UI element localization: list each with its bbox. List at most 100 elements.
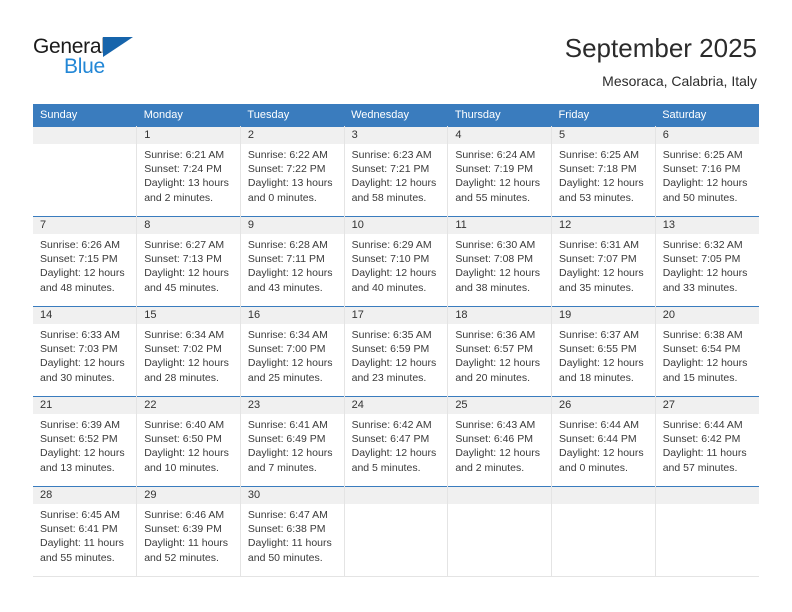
day-number: 18	[448, 307, 552, 324]
logo-text-top-wrap: General	[33, 36, 193, 58]
day-number: 25	[448, 397, 552, 414]
calendar-week-row: 14 Sunrise: 6:33 AM Sunset: 7:03 PM Dayligh…	[33, 306, 759, 397]
sunset-text: Sunset: 7:22 PM	[247, 163, 326, 176]
daylight-text-line2: and 55 minutes.	[40, 551, 115, 564]
calendar-day-cell[interactable]: 7 Sunrise: 6:26 AM Sunset: 7:15 PM Daylight…	[33, 216, 138, 307]
day-details: Sunrise: 6:40 AM Sunset: 6:50 PM Daylight:…	[137, 414, 240, 475]
sunset-text: Sunset: 6:42 PM	[662, 433, 741, 446]
day-number: 16	[240, 307, 344, 324]
sunset-text: Sunset: 7:05 PM	[662, 253, 741, 266]
calendar-day-cell[interactable]: 27 Sunrise: 6:44 AM Sunset: 6:42 PM Dayligh…	[654, 396, 759, 487]
calendar-day-cell[interactable]: 16 Sunrise: 6:34 AM Sunset: 7:00 PM Dayligh…	[239, 306, 345, 397]
sunrise-text: Sunrise: 6:25 AM	[559, 149, 639, 161]
daylight-text-line1: Daylight: 12 hours	[351, 267, 437, 280]
daylight-text-line2: and 28 minutes.	[144, 371, 219, 384]
daylight-text-line1: Daylight: 11 hours	[247, 537, 332, 550]
weekday-header-saturday: Saturday	[655, 104, 759, 127]
weekday-header-tuesday: Tuesday	[240, 104, 345, 127]
calendar-day-cell[interactable]: 2 Sunrise: 6:22 AM Sunset: 7:22 PM Daylight…	[239, 126, 345, 217]
generalblue-logo: General Blue	[33, 36, 193, 77]
daylight-text-line2: and 13 minutes.	[40, 461, 115, 474]
day-number: 15	[137, 307, 240, 324]
sunset-text: Sunset: 6:38 PM	[247, 523, 326, 536]
calendar-day-cell[interactable]: 3 Sunrise: 6:23 AM Sunset: 7:21 PM Daylight…	[343, 126, 449, 217]
daylight-text-line2: and 48 minutes.	[40, 281, 115, 294]
sunrise-text: Sunrise: 6:44 AM	[559, 419, 639, 431]
sunset-text: Sunset: 6:39 PM	[144, 523, 222, 536]
sunrise-text: Sunrise: 6:44 AM	[662, 419, 743, 431]
calendar-day-cell[interactable]: 1 Sunrise: 6:21 AM Sunset: 7:24 PM Daylight…	[136, 126, 241, 217]
daylight-text-line1: Daylight: 12 hours	[40, 447, 125, 460]
calendar-day-cell[interactable]: 18 Sunrise: 6:36 AM Sunset: 6:57 PM Dayligh…	[447, 306, 553, 397]
daylight-text-line2: and 35 minutes.	[559, 281, 634, 294]
calendar-day-cell[interactable]: 9 Sunrise: 6:28 AM Sunset: 7:11 PM Daylight…	[239, 216, 345, 307]
calendar-day-cell-empty	[33, 126, 138, 217]
daylight-text-line2: and 10 minutes.	[144, 461, 219, 474]
day-number: 10	[344, 217, 448, 234]
day-number: 21	[33, 397, 137, 414]
day-details: Sunrise: 6:47 AM Sunset: 6:38 PM Daylight:…	[241, 504, 344, 565]
sunrise-text: Sunrise: 6:47 AM	[247, 509, 328, 521]
page-header: General Blue September 2025 Mesoraca, Ca…	[0, 0, 792, 100]
sunrise-text: Sunrise: 6:40 AM	[144, 419, 225, 431]
calendar-day-cell[interactable]: 13 Sunrise: 6:32 AM Sunset: 7:05 PM Dayligh…	[654, 216, 759, 307]
sunrise-text: Sunrise: 6:41 AM	[247, 419, 328, 431]
daylight-text-line2: and 50 minutes.	[662, 191, 738, 204]
sunset-text: Sunset: 6:57 PM	[455, 343, 533, 356]
sunset-text: Sunset: 7:11 PM	[247, 253, 325, 266]
calendar-day-cell[interactable]: 15 Sunrise: 6:34 AM Sunset: 7:02 PM Dayligh…	[136, 306, 241, 397]
daylight-text-line1: Daylight: 12 hours	[351, 447, 437, 460]
daylight-text-line2: and 7 minutes.	[247, 461, 317, 474]
calendar-day-cell[interactable]: 22 Sunrise: 6:40 AM Sunset: 6:50 PM Dayligh…	[136, 396, 241, 487]
calendar-week-row: 21 Sunrise: 6:39 AM Sunset: 6:52 PM Dayligh…	[33, 396, 759, 487]
calendar-day-cell[interactable]: 12 Sunrise: 6:31 AM Sunset: 7:07 PM Dayligh…	[551, 216, 656, 307]
daylight-text-line2: and 53 minutes.	[559, 191, 634, 204]
day-number	[655, 487, 759, 504]
weekday-header-sunday: Sunday	[33, 104, 137, 127]
calendar-day-cell[interactable]: 24 Sunrise: 6:42 AM Sunset: 6:47 PM Dayligh…	[343, 396, 449, 487]
weekday-header-friday: Friday	[551, 104, 656, 127]
daylight-text-line1: Daylight: 12 hours	[559, 357, 644, 370]
calendar-day-cell[interactable]: 30 Sunrise: 6:47 AM Sunset: 6:38 PM Dayligh…	[239, 486, 345, 577]
calendar-day-cell[interactable]: 5 Sunrise: 6:25 AM Sunset: 7:18 PM Daylight…	[551, 126, 656, 217]
calendar-day-cell[interactable]: 28 Sunrise: 6:45 AM Sunset: 6:41 PM Dayligh…	[33, 486, 138, 577]
sunset-text: Sunset: 7:19 PM	[455, 163, 533, 176]
calendar-week-row: 1 Sunrise: 6:21 AM Sunset: 7:24 PM Daylight…	[33, 126, 759, 217]
calendar-day-cell[interactable]: 14 Sunrise: 6:33 AM Sunset: 7:03 PM Dayligh…	[33, 306, 138, 397]
daylight-text-line2: and 50 minutes.	[247, 551, 323, 564]
calendar-day-cell[interactable]: 6 Sunrise: 6:25 AM Sunset: 7:16 PM Daylight…	[654, 126, 759, 217]
calendar-day-cell[interactable]: 11 Sunrise: 6:30 AM Sunset: 7:08 PM Dayligh…	[447, 216, 553, 307]
calendar-day-cell[interactable]: 19 Sunrise: 6:37 AM Sunset: 6:55 PM Dayligh…	[551, 306, 656, 397]
calendar-day-cell[interactable]: 23 Sunrise: 6:41 AM Sunset: 6:49 PM Dayligh…	[239, 396, 345, 487]
calendar-day-cell[interactable]: 10 Sunrise: 6:29 AM Sunset: 7:10 PM Dayligh…	[343, 216, 449, 307]
sunrise-text: Sunrise: 6:34 AM	[144, 329, 225, 341]
calendar-day-cell[interactable]: 29 Sunrise: 6:46 AM Sunset: 6:39 PM Dayligh…	[136, 486, 241, 577]
calendar-day-cell[interactable]: 17 Sunrise: 6:35 AM Sunset: 6:59 PM Dayligh…	[343, 306, 449, 397]
title-block: September 2025 Mesoraca, Calabria, Italy	[565, 33, 757, 90]
daylight-text-line2: and 2 minutes.	[144, 191, 214, 204]
calendar-day-cell[interactable]: 25 Sunrise: 6:43 AM Sunset: 6:46 PM Dayligh…	[447, 396, 553, 487]
calendar-day-cell[interactable]: 4 Sunrise: 6:24 AM Sunset: 7:19 PM Daylight…	[447, 126, 553, 217]
sunset-text: Sunset: 6:49 PM	[247, 433, 326, 446]
day-number	[33, 127, 137, 144]
sunrise-text: Sunrise: 6:37 AM	[559, 329, 639, 341]
daylight-text-line2: and 2 minutes.	[455, 461, 525, 474]
daylight-text-line1: Daylight: 12 hours	[351, 177, 437, 190]
sunrise-text: Sunrise: 6:30 AM	[455, 239, 536, 251]
day-number: 4	[448, 127, 552, 144]
daylight-text-line1: Daylight: 13 hours	[247, 177, 333, 190]
day-details: Sunrise: 6:34 AM Sunset: 7:00 PM Daylight:…	[241, 324, 344, 385]
logo-text-bottom: Blue	[64, 55, 105, 78]
daylight-text-line2: and 0 minutes.	[247, 191, 317, 204]
day-number: 20	[655, 307, 759, 324]
daylight-text-line1: Daylight: 11 hours	[662, 447, 747, 460]
daylight-text-line1: Daylight: 12 hours	[662, 177, 748, 190]
day-details: Sunrise: 6:29 AM Sunset: 7:10 PM Daylight:…	[345, 234, 448, 295]
day-number: 14	[33, 307, 137, 324]
calendar-day-cell[interactable]: 21 Sunrise: 6:39 AM Sunset: 6:52 PM Dayligh…	[33, 396, 138, 487]
calendar-day-cell[interactable]: 8 Sunrise: 6:27 AM Sunset: 7:13 PM Daylight…	[136, 216, 241, 307]
calendar-day-cell[interactable]: 26 Sunrise: 6:44 AM Sunset: 6:44 PM Dayligh…	[551, 396, 656, 487]
sunrise-text: Sunrise: 6:22 AM	[247, 149, 328, 161]
daylight-text-line1: Daylight: 12 hours	[351, 357, 437, 370]
calendar-day-cell[interactable]: 20 Sunrise: 6:38 AM Sunset: 6:54 PM Dayligh…	[654, 306, 759, 397]
